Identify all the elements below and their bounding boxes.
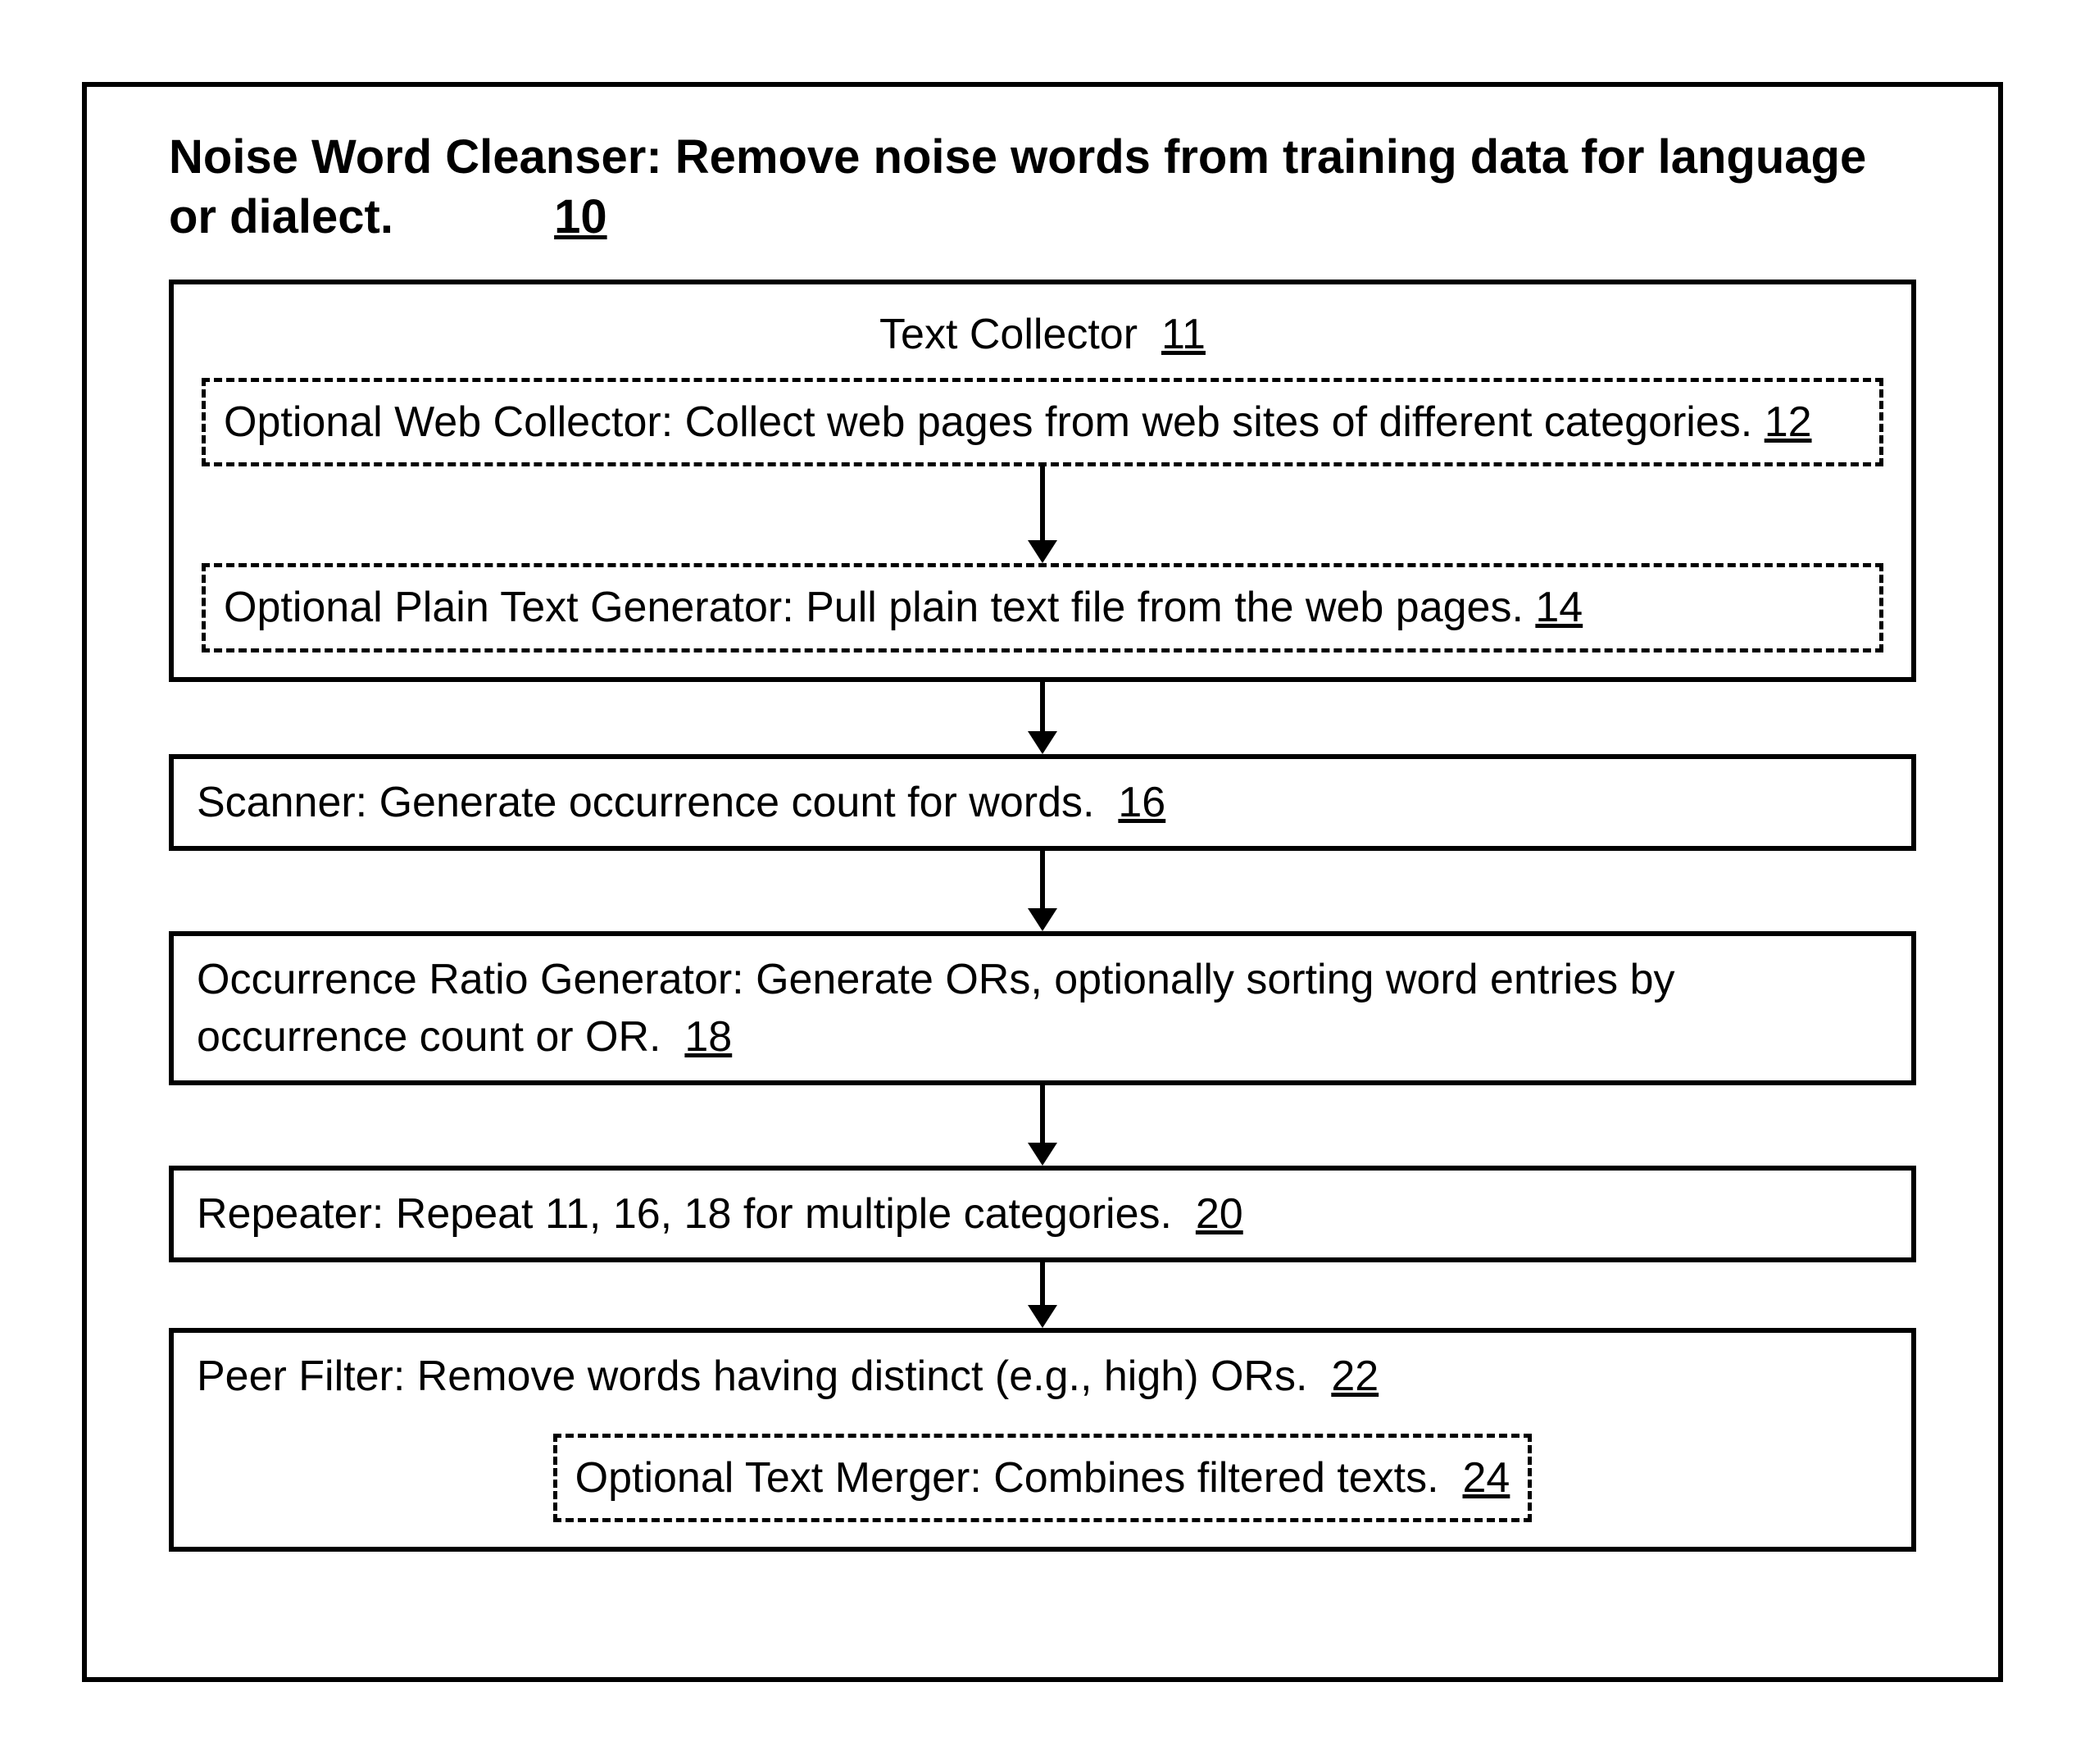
arrow-to-scanner <box>1028 682 1057 754</box>
arrow-to-peer-filter <box>1028 1262 1057 1328</box>
text-merger-text: Optional Text Merger: Combines filtered … <box>575 1454 1439 1502</box>
scanner-text: Scanner: Generate occurrence count for w… <box>197 779 1094 826</box>
plain-text-generator-text: Optional Plain Text Generator: Pull plai… <box>224 584 1524 631</box>
text-merger-ref: 24 <box>1463 1454 1510 1502</box>
text-collector-header: Text Collector 11 <box>202 306 1883 363</box>
text-merger-box: Optional Text Merger: Combines filtered … <box>553 1434 1533 1522</box>
plain-text-generator-box: Optional Plain Text Generator: Pull plai… <box>202 563 1883 652</box>
text-collector-label: Text Collector <box>879 311 1138 358</box>
outer-frame: Noise Word Cleanser: Remove noise words … <box>82 82 2003 1682</box>
repeater-ref: 20 <box>1196 1190 1243 1238</box>
arrow-to-or-generator <box>1028 851 1057 931</box>
repeater-box: Repeater: Repeat 11, 16, 18 for multiple… <box>169 1166 1916 1262</box>
or-generator-ref: 18 <box>684 1013 732 1061</box>
text-collector-ref: 11 <box>1161 311 1206 358</box>
arrow-to-repeater <box>1028 1085 1057 1166</box>
canvas: Noise Word Cleanser: Remove noise words … <box>0 0 2085 1764</box>
or-generator-box: Occurrence Ratio Generator: Generate ORs… <box>169 931 1916 1085</box>
text-collector-box: Text Collector 11 Optional Web Collector… <box>169 280 1916 682</box>
flow-stack: Text Collector 11 Optional Web Collector… <box>169 280 1916 1552</box>
repeater-text: Repeater: Repeat 11, 16, 18 for multiple… <box>197 1190 1172 1238</box>
or-generator-text: Occurrence Ratio Generator: Generate ORs… <box>197 956 1675 1061</box>
web-collector-ref: 12 <box>1765 398 1812 446</box>
text-collector-inner: Optional Web Collector: Collect web page… <box>202 378 1883 652</box>
title-ref: 10 <box>554 188 607 248</box>
title-bold-prefix: Noise Word Cleanser: <box>169 130 662 184</box>
arrow-tc-internal <box>1028 466 1057 563</box>
web-collector-box: Optional Web Collector: Collect web page… <box>202 378 1883 466</box>
peer-filter-ref: 22 <box>1331 1353 1379 1400</box>
diagram-title: Noise Word Cleanser: Remove noise words … <box>169 128 1916 247</box>
peer-filter-box: Peer Filter: Remove words having distinc… <box>169 1328 1916 1551</box>
web-collector-text: Optional Web Collector: Collect web page… <box>224 398 1752 446</box>
peer-filter-text: Peer Filter: Remove words having distinc… <box>197 1353 1307 1400</box>
plain-text-generator-ref: 14 <box>1535 584 1583 631</box>
scanner-box: Scanner: Generate occurrence count for w… <box>169 754 1916 851</box>
scanner-ref: 16 <box>1118 779 1165 826</box>
